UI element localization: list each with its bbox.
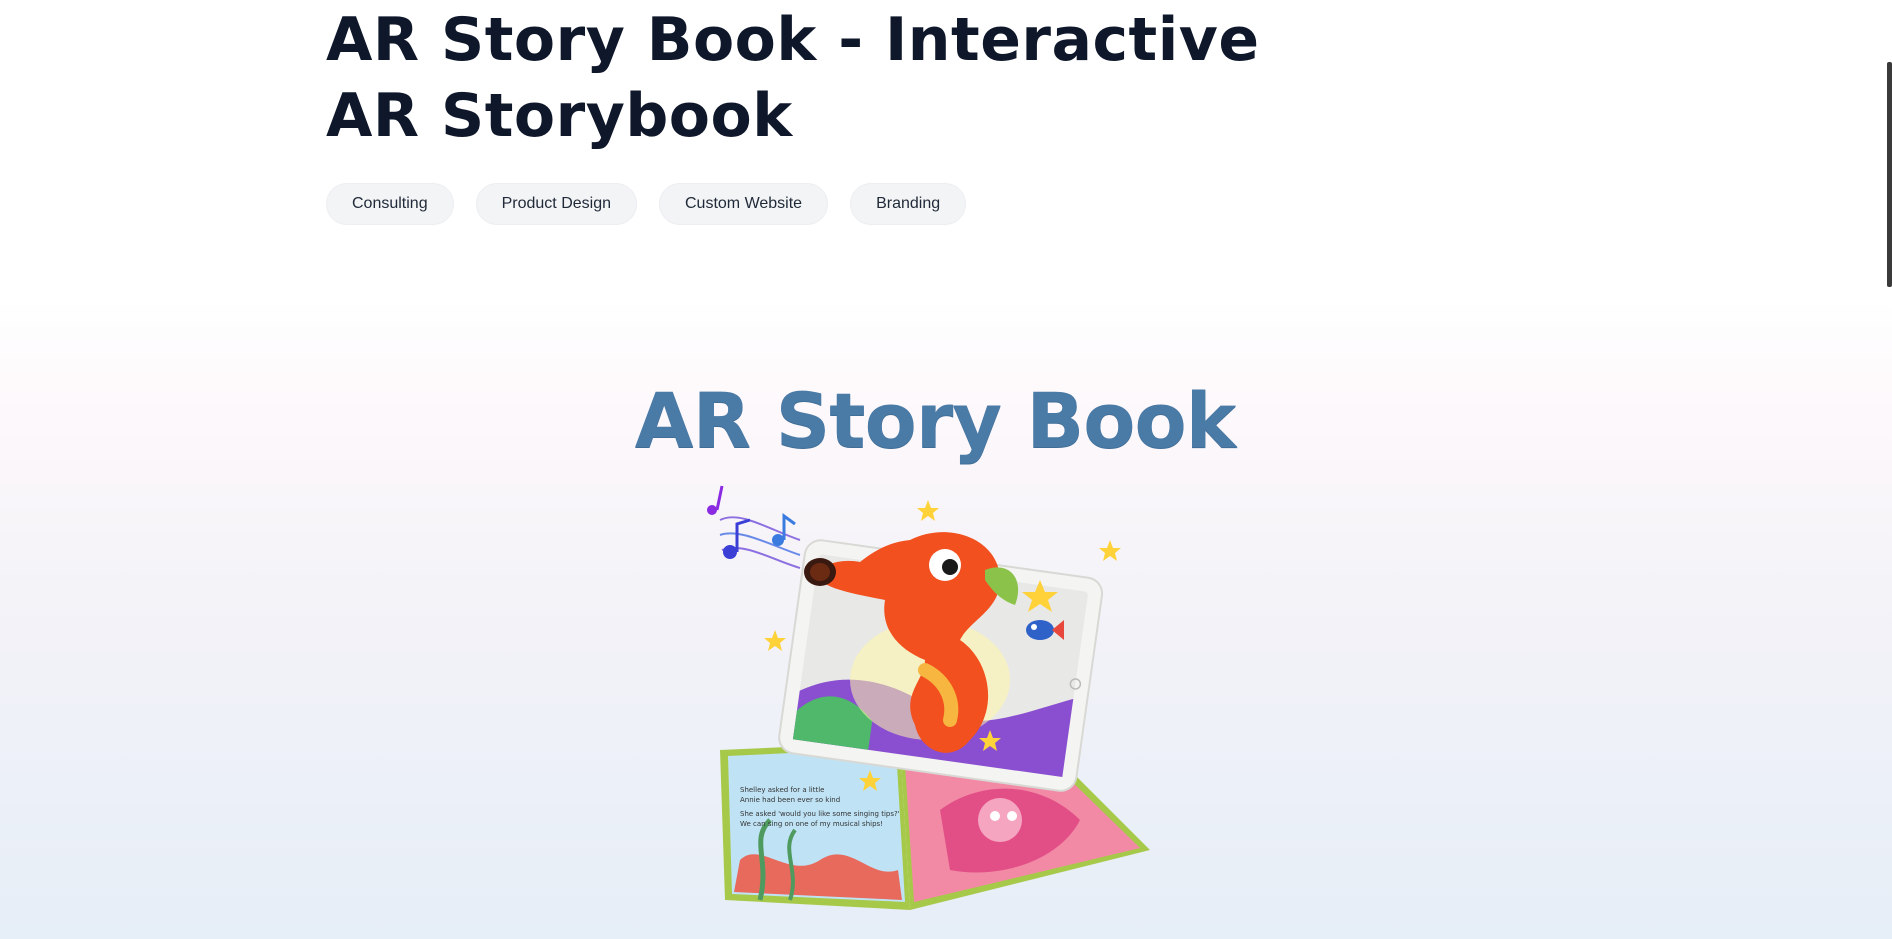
tag-product-design[interactable]: Product Design — [475, 183, 637, 225]
tag-custom-website[interactable]: Custom Website — [659, 183, 829, 225]
tag-consulting[interactable]: Consulting — [326, 183, 454, 225]
music-notes — [707, 485, 801, 569]
scrollbar-thumb[interactable] — [1887, 62, 1892, 287]
hero-title: AR Story Book — [634, 376, 1236, 465]
hero-banner: AR Story Book Shelley asked for a little… — [0, 300, 1892, 939]
scrollbar-track[interactable] — [1886, 0, 1892, 939]
book-text-4: We can sing on one of my musical ships! — [740, 820, 883, 828]
book-text-1: Shelley asked for a little — [740, 786, 824, 794]
book-text-3: She asked 'would you like some singing t… — [740, 810, 900, 818]
service-tags: Consulting Product Design Custom Website… — [326, 183, 967, 225]
book-text-2: Annie had been ever so kind — [740, 796, 840, 804]
ar-storybook-illustration: Shelley asked for a little Annie had bee… — [707, 485, 1150, 910]
tag-branding[interactable]: Branding — [850, 183, 967, 225]
page-title: AR Story Book - Interactive AR Storybook — [326, 5, 1260, 151]
